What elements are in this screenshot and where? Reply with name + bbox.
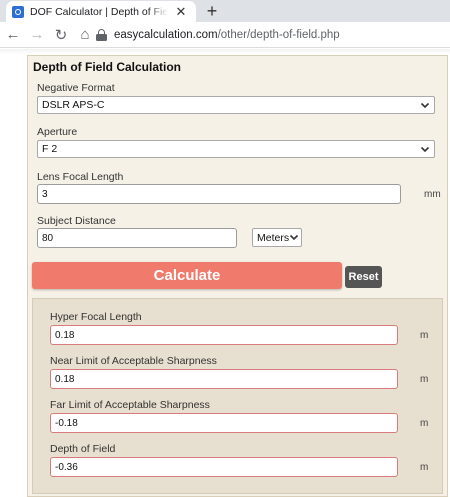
- aperture-select[interactable]: F 2: [37, 140, 435, 158]
- far-limit-output[interactable]: -0.18: [50, 413, 398, 433]
- url-text: easycalculation.com/other/depth-of-field…: [114, 29, 340, 41]
- focal-length-input[interactable]: 3: [37, 184, 401, 204]
- site-favicon-icon: [12, 5, 24, 18]
- dof-calculator-panel: Depth of Field Calculation Negative Form…: [27, 55, 448, 497]
- far-limit-unit: m: [420, 418, 429, 429]
- new-tab-icon[interactable]: +: [203, 2, 221, 20]
- negative-format-label: Negative Format: [37, 82, 115, 94]
- close-tab-icon[interactable]: ✕: [174, 5, 188, 19]
- negative-format-value: DSLR APS-C: [42, 99, 105, 111]
- browser-tab[interactable]: DOF Calculator | Depth of Field C ✕: [6, 1, 196, 22]
- page-content: Depth of Field Calculation Negative Form…: [0, 49, 450, 497]
- near-limit-output[interactable]: 0.18: [50, 369, 398, 389]
- hyper-focal-label: Hyper Focal Length: [50, 311, 142, 323]
- panel-title: Depth of Field Calculation: [33, 60, 182, 74]
- browser-tabstrip: DOF Calculator | Depth of Field C ✕ +: [0, 0, 450, 22]
- chevron-down-icon: [420, 146, 430, 153]
- hyper-focal-output[interactable]: 0.18: [50, 325, 398, 345]
- negative-format-select[interactable]: DSLR APS-C: [37, 96, 435, 114]
- lock-icon[interactable]: [96, 29, 107, 41]
- calculate-button[interactable]: Calculate: [32, 262, 342, 289]
- results-panel: Hyper Focal Length 0.18 m Near Limit of …: [32, 298, 443, 494]
- aperture-value: F 2: [42, 143, 58, 155]
- tab-title: DOF Calculator | Depth of Field C: [30, 5, 168, 18]
- url-path: /other/depth-of-field.php: [217, 29, 340, 41]
- aperture-label: Aperture: [37, 126, 78, 138]
- focal-length-label: Lens Focal Length: [37, 171, 124, 183]
- distance-unit-select[interactable]: Meters: [252, 228, 302, 247]
- distance-unit-value: Meters: [257, 231, 290, 244]
- depth-of-field-output[interactable]: -0.36: [50, 457, 398, 477]
- subject-distance-input[interactable]: 80: [37, 228, 237, 248]
- address-bar[interactable]: easycalculation.com/other/depth-of-field…: [96, 25, 340, 45]
- near-limit-unit: m: [420, 374, 429, 385]
- chevron-down-icon: [420, 102, 430, 109]
- hyper-focal-unit: m: [420, 330, 429, 341]
- focal-length-unit: mm: [424, 189, 441, 200]
- reset-button[interactable]: Reset: [345, 266, 382, 288]
- reload-icon[interactable]: ↻: [50, 24, 72, 46]
- chevron-down-icon: [289, 234, 299, 241]
- forward-arrow-icon[interactable]: →: [26, 24, 48, 46]
- far-limit-label: Far Limit of Acceptable Sharpness: [50, 399, 210, 411]
- depth-of-field-unit: m: [420, 462, 429, 473]
- subject-distance-label: Subject Distance: [37, 215, 116, 227]
- url-domain: easycalculation.com: [114, 29, 218, 41]
- browser-toolbar: ← → ↻ ⌂ easycalculation.com/other/depth-…: [0, 22, 450, 48]
- back-arrow-icon[interactable]: ←: [2, 24, 24, 46]
- depth-of-field-label: Depth of Field: [50, 443, 116, 455]
- near-limit-label: Near Limit of Acceptable Sharpness: [50, 355, 217, 367]
- home-icon[interactable]: ⌂: [74, 24, 96, 46]
